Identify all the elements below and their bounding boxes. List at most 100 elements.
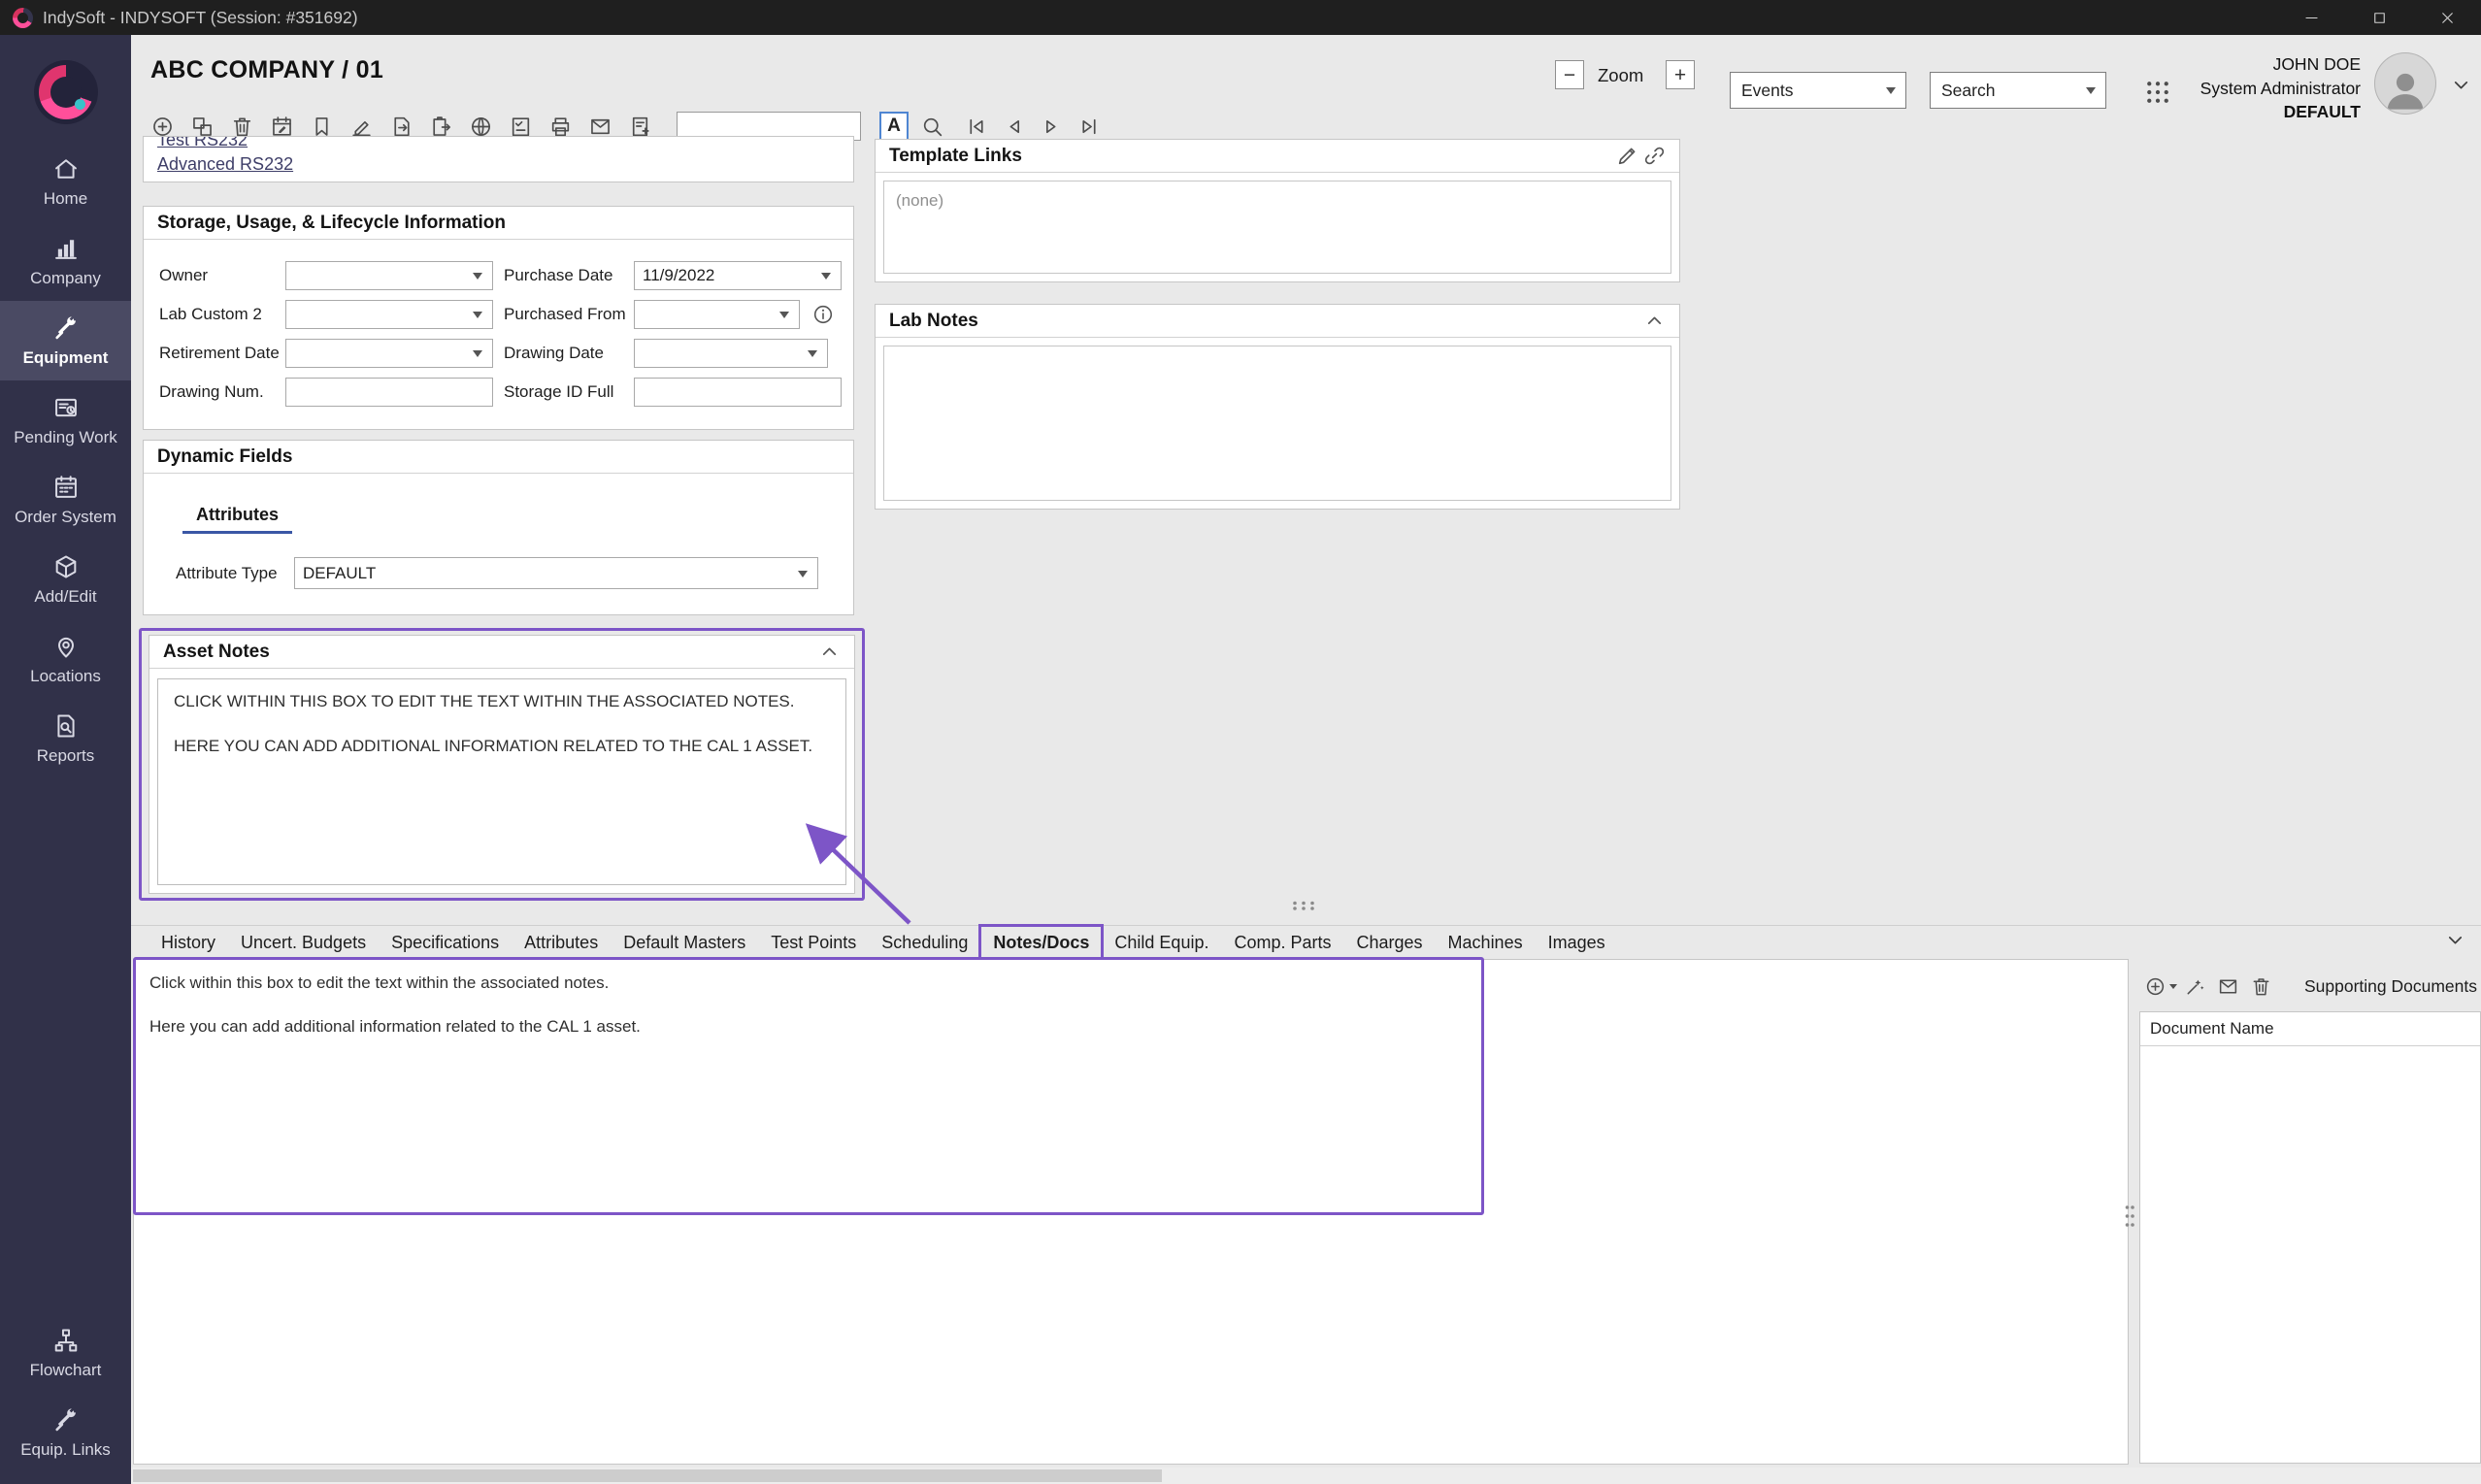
sidebar-item-pending-work[interactable]: Pending Work: [0, 380, 131, 460]
vertical-splitter-handle[interactable]: [2124, 1204, 2135, 1229]
sidebar: Home Company Equipment Pending Work Orde…: [0, 35, 131, 1484]
notes-docs-editor[interactable]: Click within this box to edit the text w…: [133, 959, 2129, 1465]
retirement-date-select[interactable]: [285, 339, 493, 368]
asset-notes-header: Asset Notes: [149, 636, 854, 669]
sidebar-item-label: Company: [30, 269, 101, 288]
dropdown-caret-icon: [473, 350, 482, 357]
template-links-header: Template Links: [876, 140, 1679, 173]
template-links-link-button[interactable]: [1640, 143, 1668, 170]
sidebar-item-order-system[interactable]: Order System: [0, 460, 131, 540]
first-record-button[interactable]: [959, 110, 992, 143]
add-document-caret-icon[interactable]: [2169, 984, 2177, 989]
add-document-button[interactable]: [2139, 971, 2170, 1002]
window-controls: [2277, 0, 2481, 35]
edit-note-icon: [349, 115, 374, 139]
search-dropdown[interactable]: Search: [1930, 72, 2106, 109]
lab-custom-2-select[interactable]: [285, 300, 493, 329]
lab-notes-editor[interactable]: [883, 346, 1671, 501]
dropdown-caret-icon: [473, 312, 482, 318]
events-dropdown[interactable]: Events: [1730, 72, 1906, 109]
supporting-documents-list[interactable]: Document Name: [2139, 1011, 2481, 1464]
tab-scheduling[interactable]: Scheduling: [869, 926, 980, 959]
purchase-date-select[interactable]: 11/9/2022: [634, 261, 842, 290]
delete-document-button[interactable]: [2245, 971, 2276, 1002]
storage-section: Storage, Usage, & Lifecycle Information …: [143, 206, 854, 430]
wand-button[interactable]: [2179, 971, 2210, 1002]
drawing-num-input[interactable]: [285, 378, 493, 407]
home-icon: [52, 155, 80, 182]
tabbar-overflow-button[interactable]: [2438, 923, 2471, 956]
sidebar-item-flowchart[interactable]: Flowchart: [0, 1313, 131, 1393]
bookmark-icon: [310, 115, 334, 139]
tab-default-masters[interactable]: Default Masters: [611, 926, 758, 959]
sidebar-item-locations[interactable]: Locations: [0, 619, 131, 699]
close-button[interactable]: [2413, 0, 2481, 35]
sidebar-item-company[interactable]: Company: [0, 221, 131, 301]
link-advanced-rs232[interactable]: Advanced RS232: [157, 152, 293, 177]
link-icon: [1642, 144, 1667, 168]
dropdown-caret-icon: [473, 273, 482, 280]
horizontal-splitter-handle[interactable]: [1291, 900, 1316, 911]
company-icon: [52, 235, 80, 262]
tab-notes-docs[interactable]: Notes/Docs: [980, 926, 1102, 959]
email-document-button[interactable]: [2212, 971, 2243, 1002]
app-window: IndySoft - INDYSOFT (Session: #351692) H…: [0, 0, 2481, 1484]
tab-images[interactable]: Images: [1536, 926, 1618, 959]
tab-charges[interactable]: Charges: [1344, 926, 1436, 959]
tab-child-equip[interactable]: Child Equip.: [1102, 926, 1221, 959]
maximize-button[interactable]: [2345, 0, 2413, 35]
paste-icon: [429, 115, 453, 139]
sidebar-item-reports[interactable]: Reports: [0, 699, 131, 778]
dropdown-caret-icon: [798, 571, 808, 577]
sidebar-footer: Flowchart Equip. Links: [0, 1313, 131, 1472]
link-test-rs232[interactable]: Test RS232: [157, 136, 248, 152]
next-record-button[interactable]: [1035, 110, 1068, 143]
asset-notes-editor[interactable]: CLICK WITHIN THIS BOX TO EDIT THE TEXT W…: [157, 678, 846, 885]
template-links-list[interactable]: (none): [883, 181, 1671, 274]
attribute-type-select[interactable]: DEFAULT: [294, 557, 818, 589]
add-record-icon: [150, 115, 175, 139]
previous-record-button[interactable]: [997, 110, 1030, 143]
tab-specifications[interactable]: Specifications: [379, 926, 512, 959]
tab-comp-parts[interactable]: Comp. Parts: [1221, 926, 1343, 959]
drawing-date-select[interactable]: [634, 339, 828, 368]
purchased-from-info-button[interactable]: [811, 302, 837, 327]
tab-test-points[interactable]: Test Points: [758, 926, 869, 959]
tab-attributes[interactable]: Attributes: [182, 499, 292, 534]
minus-icon: −: [1564, 65, 1575, 85]
avatar[interactable]: [2374, 52, 2436, 115]
sidebar-item-label: Equip. Links: [20, 1440, 111, 1460]
storage-section-header: Storage, Usage, & Lifecycle Information: [144, 207, 853, 240]
zoom-label: Zoom: [1598, 65, 1643, 86]
sidebar-item-equipment[interactable]: Equipment: [0, 301, 131, 380]
storage-id-full-input[interactable]: [634, 378, 842, 407]
window-title: IndySoft - INDYSOFT (Session: #351692): [43, 8, 358, 28]
font-button[interactable]: A: [879, 112, 909, 141]
zoom-in-button[interactable]: +: [1666, 60, 1695, 89]
search-icon: [920, 115, 944, 139]
horizontal-scrollbar[interactable]: [131, 1468, 2481, 1484]
new-form-icon: [628, 115, 652, 139]
search-button[interactable]: [915, 110, 948, 143]
user-menu-chevron-button[interactable]: [2444, 68, 2477, 101]
zoom-out-button[interactable]: −: [1555, 60, 1584, 89]
template-links-edit-button[interactable]: [1613, 143, 1640, 170]
owner-select[interactable]: [285, 261, 493, 290]
horizontal-scrollbar-thumb[interactable]: [133, 1469, 1162, 1482]
chevron-up-icon: [817, 640, 842, 664]
minimize-button[interactable]: [2277, 0, 2345, 35]
sidebar-item-home[interactable]: Home: [0, 142, 131, 221]
tab-history[interactable]: History: [149, 926, 228, 959]
tab-uncert-budgets[interactable]: Uncert. Budgets: [228, 926, 379, 959]
apps-grid-button[interactable]: [2141, 76, 2174, 109]
tab-machines[interactable]: Machines: [1436, 926, 1536, 959]
indysoft-sidebar-logo-icon: [34, 60, 98, 124]
sidebar-item-equip-links[interactable]: Equip. Links: [0, 1393, 131, 1472]
lab-notes-collapse-button[interactable]: [1640, 308, 1668, 335]
asset-notes-collapse-button[interactable]: [815, 639, 843, 666]
tab-attributes[interactable]: Attributes: [512, 926, 611, 959]
sidebar-item-add-edit[interactable]: Add/Edit: [0, 540, 131, 619]
notes-line: Click within this box to edit the text w…: [149, 973, 2112, 994]
purchased-from-select[interactable]: [634, 300, 800, 329]
last-record-button[interactable]: [1073, 110, 1106, 143]
